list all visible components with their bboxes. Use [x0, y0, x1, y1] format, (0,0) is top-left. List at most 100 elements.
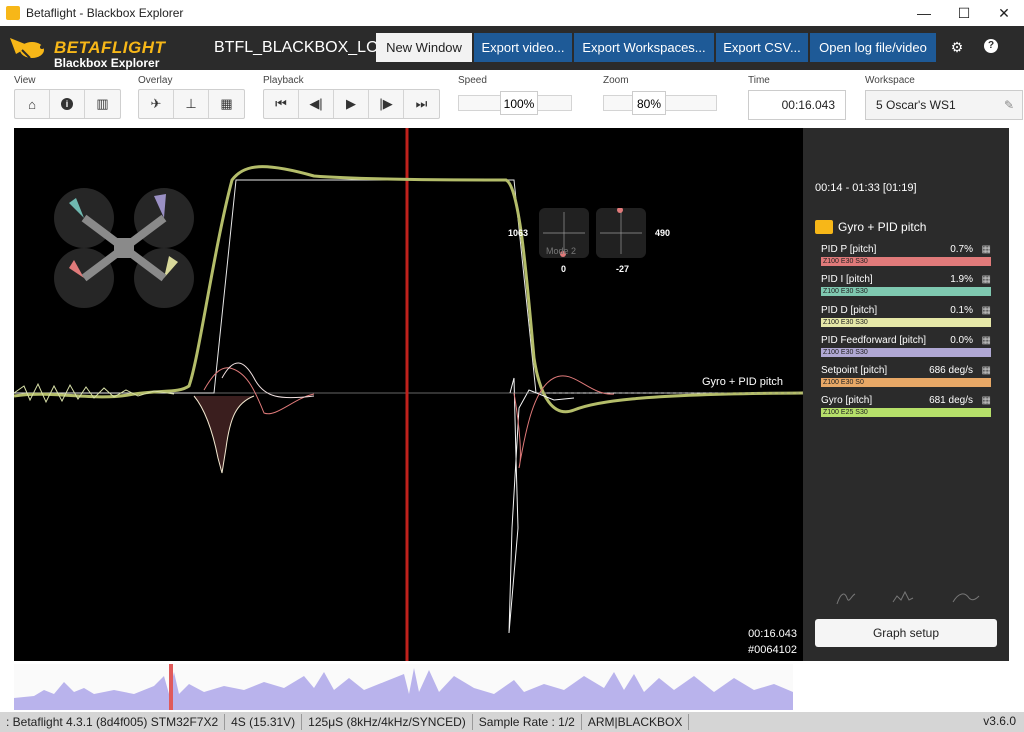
close-button[interactable]: ✕ — [984, 0, 1024, 26]
overlay-label: Overlay — [138, 75, 173, 86]
time-label: Time — [748, 75, 770, 86]
sticks-overlay-icon[interactable]: ⊥ — [174, 90, 209, 118]
spectrum-icon[interactable]: ▦ — [982, 365, 991, 376]
spectrum-icon[interactable]: ▦ — [982, 395, 991, 406]
playback-label: Playback — [263, 75, 304, 86]
help-icon[interactable]: ? — [984, 39, 998, 53]
field-color-bar: Z100 E30 S30 — [821, 318, 991, 327]
workspace-value: 5 Oscar's WS1 — [876, 98, 956, 112]
overlay-frame-number: #0064102 — [748, 644, 797, 656]
status-bar: : Betaflight 4.3.1 (8d4f005) STM32F7X2 4… — [0, 712, 1024, 732]
overlay-time: 00:16.043 — [748, 628, 797, 640]
time-input[interactable]: 00:16.043 — [748, 90, 846, 120]
right-stick-box — [596, 207, 646, 258]
stick-mode-label: Mode 2 — [546, 246, 577, 256]
app-icon — [6, 6, 20, 20]
status-arm-flags: ARM|BLACKBOX — [582, 714, 690, 730]
field-value: 1.9% — [950, 274, 973, 285]
status-sample-rate: Sample Rate : 1/2 — [473, 714, 582, 730]
workspace-label: Workspace — [865, 75, 915, 86]
log-filename: BTFL_BLACKBOX_LOG — [214, 39, 376, 56]
speed-value[interactable]: 100% — [500, 91, 538, 115]
graph-traces — [14, 128, 803, 661]
home-icon[interactable]: ⌂ — [15, 90, 50, 118]
field-scale-text: Z100 E30 S30 — [823, 349, 868, 356]
export-csv-button[interactable]: Export CSV... — [716, 33, 808, 62]
maximize-button[interactable]: ☐ — [944, 0, 984, 26]
field-value: 681 deg/s — [929, 395, 973, 406]
graph-group-label: Gyro + PID pitch — [702, 376, 784, 388]
spectrum-icon[interactable]: ▦ — [982, 305, 991, 316]
field-name: PID P [pitch] — [821, 244, 877, 255]
app-version: v3.6.0 — [983, 714, 1016, 728]
info-icon[interactable]: i — [50, 90, 85, 118]
field-name: PID I [pitch] — [821, 274, 873, 285]
toolbar: View ⌂ i ▥ Overlay ✈ ⊥ ▦ Playback ⏮ ◀| ▶… — [0, 70, 1024, 126]
status-firmware: : Betaflight 4.3.1 (8d4f005) STM32F7X2 — [0, 714, 226, 730]
craft-overlay-icon[interactable]: ✈ — [139, 90, 174, 118]
export-workspaces-button[interactable]: Export Workspaces... — [574, 33, 714, 62]
log-time-range: 00:14 - 01:33 [01:19] — [815, 182, 917, 194]
field-name: PID Feedforward [pitch] — [821, 335, 927, 346]
legend-field[interactable]: PID D [pitch] 0.1% ▦ Z100 E30 S30 — [821, 305, 991, 333]
step-back-icon[interactable]: ◀| — [299, 90, 334, 118]
spectrum-overlay-icon[interactable]: ▦ — [209, 90, 244, 118]
betaflight-logo: BETAFLIGHT Blackbox Explorer — [6, 30, 176, 70]
legend-field[interactable]: Setpoint [pitch] 686 deg/s ▦ Z100 E30 S0 — [821, 365, 991, 393]
new-window-button[interactable]: New Window — [376, 33, 472, 62]
log-graph-canvas[interactable]: 1063 0 490 -27 Mode 2 Gyro + PID pitch 0… — [14, 128, 803, 661]
analyser-wave-icons[interactable] — [833, 588, 983, 608]
stick-yaw-value: 1063 — [508, 228, 529, 238]
field-color-bar: Z100 E30 S30 — [821, 348, 991, 357]
export-video-button[interactable]: Export video... — [474, 33, 572, 62]
field-scale-text: Z100 E30 S30 — [823, 288, 868, 295]
timeline-throttle-trace — [14, 664, 793, 710]
view-label: View — [14, 75, 36, 86]
workspace-select[interactable]: 5 Oscar's WS1 ✎ — [865, 90, 1023, 120]
minimize-button[interactable]: — — [904, 0, 944, 26]
stick-pitch-value: -27 — [616, 264, 630, 274]
zoom-label: Zoom — [603, 75, 629, 86]
field-value: 0.1% — [950, 305, 973, 316]
legend-field[interactable]: Gyro [pitch] 681 deg/s ▦ Z100 E25 S30 — [821, 395, 991, 423]
step-forward-icon[interactable]: |▶ — [369, 90, 404, 118]
field-color-bar: Z100 E25 S30 — [821, 408, 991, 417]
stick-throttle-value: 0 — [561, 264, 567, 274]
field-scale-text: Z100 E30 S30 — [823, 258, 868, 265]
field-color-bar: Z100 E30 S30 — [821, 287, 991, 296]
play-icon[interactable]: ▶ — [334, 90, 369, 118]
logo-subtitle: Blackbox Explorer — [54, 56, 160, 70]
spectrum-icon[interactable]: ▦ — [982, 335, 991, 346]
craft-model — [54, 188, 194, 308]
field-name: Gyro [pitch] — [821, 395, 873, 406]
legend-field[interactable]: PID Feedforward [pitch] 0.0% ▦ Z100 E30 … — [821, 335, 991, 363]
zoom-value[interactable]: 80% — [632, 91, 666, 115]
graph-legend-panel: 00:14 - 01:33 [01:19] Gyro + PID pitch P… — [803, 128, 1009, 661]
jump-start-icon[interactable]: ⏮ — [264, 90, 299, 118]
playback-group: ⏮ ◀| ▶ |▶ ⏭ — [263, 89, 440, 119]
legend-field[interactable]: PID P [pitch] 0.7% ▦ Z100 E30 S30 — [821, 244, 991, 272]
field-scale-text: Z100 E30 S0 — [823, 379, 864, 386]
folder-icon — [815, 220, 833, 234]
legend-field[interactable]: PID I [pitch] 1.9% ▦ Z100 E30 S30 — [821, 274, 991, 302]
panel-toggle-icon[interactable]: ▥ — [85, 90, 120, 118]
status-battery: 4S (15.31V) — [225, 714, 303, 730]
field-value: 686 deg/s — [929, 365, 973, 376]
graph-setup-button[interactable]: Graph setup — [815, 619, 997, 647]
field-scale-text: Z100 E30 S30 — [823, 319, 868, 326]
legend-group-title[interactable]: Gyro + PID pitch — [815, 220, 926, 234]
window-title: Betaflight - Blackbox Explorer — [26, 6, 184, 20]
log-timeline[interactable] — [14, 664, 793, 710]
view-group: ⌂ i ▥ — [14, 89, 121, 119]
app-header: BETAFLIGHT Blackbox Explorer BTFL_BLACKB… — [0, 26, 1024, 70]
speed-label: Speed — [458, 75, 487, 86]
edit-pencil-icon[interactable]: ✎ — [1004, 91, 1014, 119]
bee-logo-icon — [10, 38, 44, 59]
spectrum-icon[interactable]: ▦ — [982, 274, 991, 285]
spectrum-icon[interactable]: ▦ — [982, 244, 991, 255]
field-scale-text: Z100 E25 S30 — [823, 409, 868, 416]
overlay-group: ✈ ⊥ ▦ — [138, 89, 245, 119]
jump-end-icon[interactable]: ⏭ — [404, 90, 439, 118]
gear-icon[interactable]: ⚙ — [949, 39, 965, 55]
open-log-button[interactable]: Open log file/video — [810, 33, 936, 62]
